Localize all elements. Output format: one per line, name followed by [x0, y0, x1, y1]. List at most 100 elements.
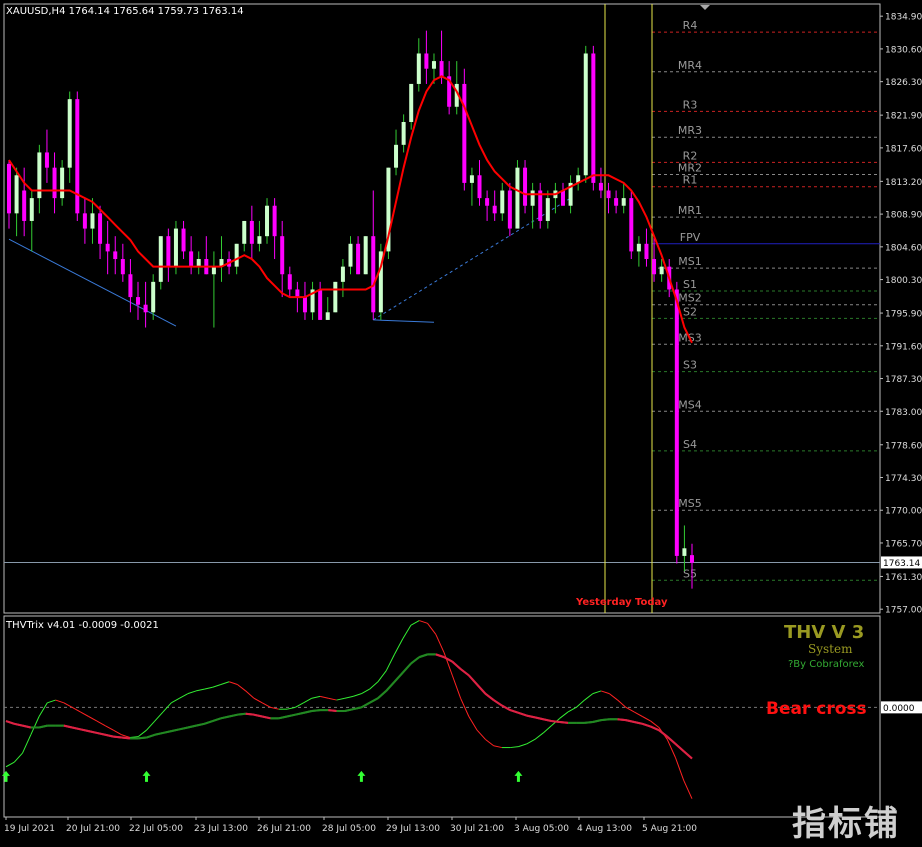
- trix-fast-line: [443, 652, 453, 676]
- candle-body: [431, 61, 436, 69]
- buy-arrow-icon: [357, 770, 366, 782]
- candle-body: [462, 83, 467, 183]
- ma-line: [8, 75, 693, 344]
- candle-body: [340, 266, 345, 282]
- time-tick-label: 26 Jul 21:00: [257, 824, 311, 834]
- pivot-label-fpv: FPV: [680, 231, 701, 244]
- trix-signal-line: [484, 692, 495, 701]
- trix-signal-line: [121, 736, 131, 740]
- trix-signal-line: [658, 729, 668, 738]
- trix-signal-line: [401, 662, 412, 674]
- pivot-label-mr3: MR3: [678, 124, 702, 137]
- trix-fast-line: [410, 620, 420, 626]
- scroll-marker: [700, 5, 710, 10]
- trix-signal-line: [295, 711, 304, 716]
- price-tick-label: 1757.00: [885, 606, 922, 616]
- candle-body: [583, 53, 588, 176]
- trix-fast-line: [328, 697, 337, 701]
- candle-body: [530, 190, 535, 206]
- trix-signal-line: [410, 656, 420, 665]
- trix-signal-line: [385, 681, 396, 692]
- candle-body: [629, 198, 634, 252]
- pivot-label-r3: R3: [683, 98, 698, 111]
- candle-body: [128, 274, 133, 298]
- candle-body: [621, 198, 626, 206]
- trix-signal-line: [228, 713, 238, 718]
- candle-body: [105, 243, 110, 252]
- moving-average: [8, 75, 693, 344]
- candle-body: [173, 228, 178, 267]
- trix-signal-line: [476, 683, 487, 695]
- trix-signal-line: [600, 718, 610, 722]
- candle-body: [371, 236, 376, 313]
- trix-fast-line: [253, 697, 263, 704]
- trix-fast-line: [13, 752, 23, 763]
- candle-body: [22, 190, 27, 221]
- trix-signal-line: [435, 653, 445, 659]
- pivot-label-mr4: MR4: [678, 59, 702, 72]
- candle-body: [151, 281, 156, 313]
- trix-fast-line: [683, 780, 693, 799]
- trix-zero-label: 0.0000: [883, 704, 915, 714]
- trix-fast-line: [510, 746, 519, 749]
- trix-signal-line: [369, 697, 379, 704]
- candle-body: [614, 198, 619, 206]
- trix-fast-line: [187, 690, 197, 695]
- trix-signal-line: [493, 699, 503, 707]
- trix-signal-line: [237, 712, 246, 716]
- candle-body: [295, 289, 300, 298]
- trix-fast-line: [526, 738, 536, 745]
- trix-signal-line: [683, 750, 693, 760]
- candle-body: [120, 259, 125, 275]
- price-tick-label: 1821.90: [885, 112, 922, 122]
- price-tick-label: 1834.90: [885, 13, 922, 23]
- candle-body: [82, 213, 87, 229]
- price-tick-label: 1787.30: [885, 375, 922, 385]
- trix-fast-line: [88, 716, 98, 722]
- trix-fast-line: [5, 761, 15, 768]
- candle-body: [181, 228, 186, 252]
- trix-signal-line: [674, 743, 685, 752]
- trix-fast-line: [195, 688, 205, 692]
- price-tick-label: 1770.00: [885, 507, 922, 517]
- trix-signal-line: [162, 730, 172, 734]
- trix-signal-line: [311, 709, 321, 713]
- candle-body: [500, 190, 505, 214]
- candle-body: [416, 53, 421, 84]
- pivot-label-ms1: MS1: [678, 255, 701, 268]
- trix-signal-line: [328, 709, 337, 713]
- candle-body: [75, 99, 80, 214]
- trix-fast-line: [476, 729, 486, 740]
- price-tick-label: 1795.90: [885, 310, 922, 320]
- candle-body: [166, 236, 171, 267]
- trix-signal-line: [88, 730, 98, 734]
- candle-body: [67, 99, 72, 168]
- trix-signal-line: [245, 712, 255, 716]
- trix-fast-line: [633, 711, 643, 717]
- pivot-label-s5: S5: [683, 567, 697, 580]
- trix-fast-line: [674, 757, 685, 781]
- trix-signal-line: [642, 722, 651, 728]
- trix-signal-line: [253, 713, 263, 718]
- candle-body: [409, 83, 414, 122]
- candle-body: [363, 236, 368, 275]
- price-tick-label: 1761.30: [885, 573, 922, 583]
- trix-fast-line: [435, 634, 445, 653]
- pivot-label-s4: S4: [683, 438, 697, 451]
- trix-fast-line: [171, 697, 180, 704]
- trix-signal-line: [104, 733, 114, 738]
- trix-fast-line: [303, 697, 313, 704]
- candle-body: [348, 243, 353, 267]
- candle-body: [485, 198, 490, 206]
- candle-body: [44, 152, 49, 168]
- time-tick-label: 3 Aug 05:00: [514, 824, 569, 834]
- price-tick-label: 1808.90: [885, 211, 922, 221]
- brand-title: THV V 3: [784, 622, 865, 643]
- pivot-label-mr1: MR1: [678, 204, 702, 217]
- trix-signal-line: [195, 722, 205, 727]
- trix-signal-line: [22, 724, 32, 729]
- trix-fast-line: [427, 623, 437, 635]
- candle-body: [265, 205, 270, 237]
- trix-fast-line: [592, 690, 602, 695]
- candle-body: [302, 297, 307, 313]
